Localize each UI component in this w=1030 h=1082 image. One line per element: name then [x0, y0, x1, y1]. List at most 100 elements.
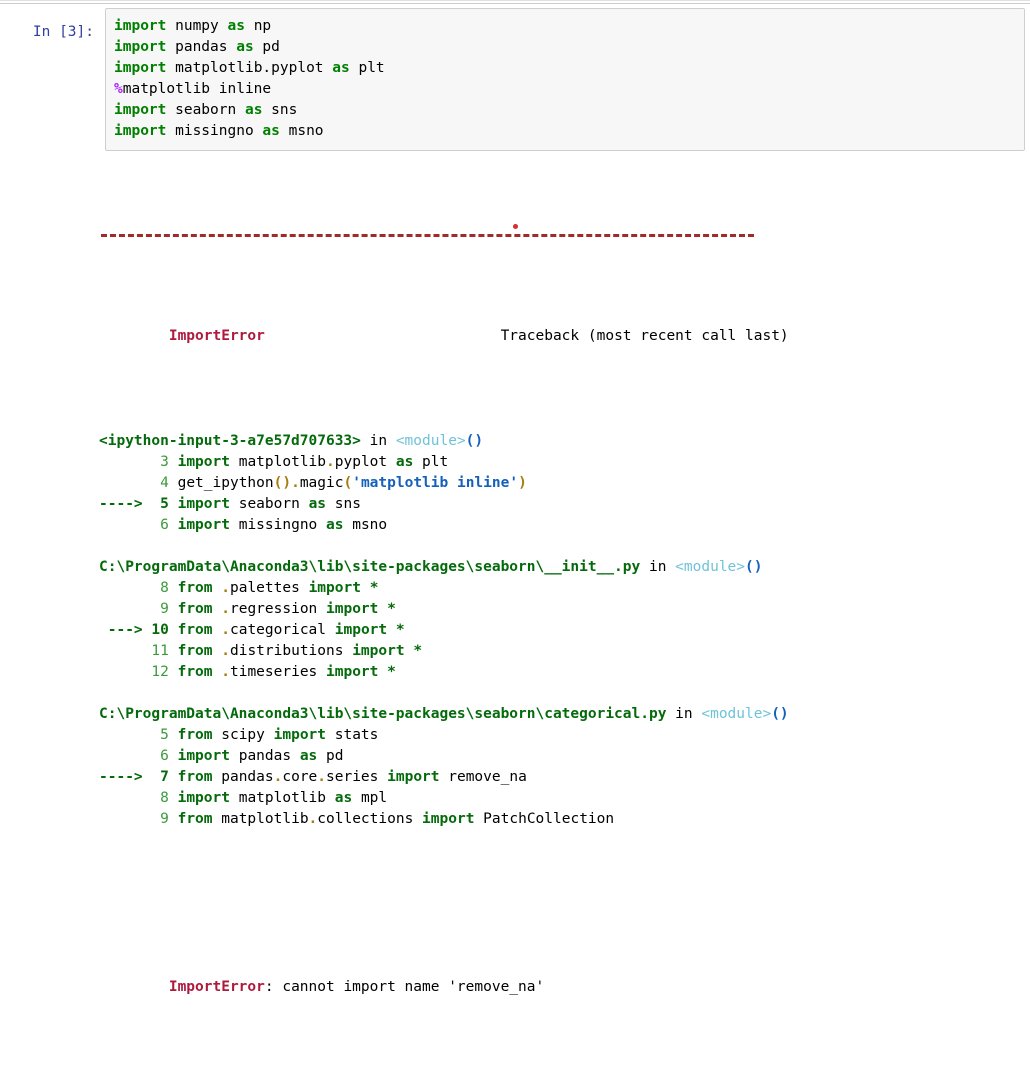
traceback-token: msno: [343, 517, 388, 533]
traceback-line-number: 8: [142, 580, 169, 596]
traceback-token: ): [518, 475, 527, 491]
frame-scope-parens: (): [771, 706, 789, 722]
output-row: ImportError Traceback (most recent call …: [0, 157, 1030, 1082]
traceback-arrow-marker: [99, 748, 143, 764]
traceback-token: import: [334, 622, 388, 638]
traceback-token: as: [326, 517, 344, 533]
traceback-source-line: 8 import matplotlib as mpl: [99, 788, 1030, 809]
dashed-rule: [101, 234, 754, 237]
traceback-token: .: [273, 769, 283, 785]
frame-location-line: C:\ProgramData\Anaconda3\lib\site-packag…: [99, 557, 1030, 578]
code-line: import matplotlib.pyplot as plt: [114, 58, 1016, 79]
traceback-token: [361, 580, 370, 596]
traceback-token: from: [177, 664, 213, 680]
traceback-line-number: 10: [142, 622, 169, 638]
traceback-token: categorical: [229, 622, 335, 638]
traceback-token: (: [343, 475, 353, 491]
frame-scope-parens: (): [465, 433, 484, 449]
traceback-token: pandas: [212, 769, 274, 785]
traceback-token: import: [326, 601, 379, 617]
traceback-header: Traceback (most recent call last): [500, 328, 789, 344]
traceback-token: missingno: [229, 517, 327, 533]
traceback-arrow-marker: [99, 601, 143, 617]
traceback-token: as: [395, 454, 414, 470]
traceback-arrow-marker: --->: [99, 622, 143, 638]
traceback-token: [387, 622, 396, 638]
traceback-arrow-marker: [99, 664, 143, 680]
code-editor[interactable]: import numpy as np import pandas as pd imp…: [105, 8, 1025, 151]
traceback-token: scipy: [212, 727, 274, 743]
traceback-token: distributions: [229, 643, 353, 659]
traceback-token: from: [177, 769, 213, 785]
traceback-arrow-marker: [99, 790, 143, 806]
traceback-arrow-marker: [99, 475, 143, 491]
code-line: import missingno as msno: [114, 121, 1016, 142]
traceback-line-number: 6: [142, 517, 169, 533]
traceback-line-number: 8: [142, 790, 169, 806]
frame-spacer: [99, 683, 1030, 704]
lineno-gap: [169, 643, 178, 659]
final-error-line: ImportError: cannot import name 'remove_…: [99, 956, 1030, 1019]
frame-in-keyword: in: [360, 433, 396, 449]
frame-spacer: [99, 536, 1030, 557]
traceback-source-line: 4 get_ipython().magic('matplotlib inline…: [99, 473, 1030, 494]
code-line: import numpy as np: [114, 16, 1016, 37]
input-cell-row: In [3]: import numpy as np import pandas …: [0, 8, 1030, 151]
traceback-token: collections: [317, 811, 423, 827]
code-token: import: [114, 123, 167, 139]
traceback-token: .: [221, 643, 230, 659]
traceback-token: PatchCollection: [474, 811, 615, 827]
frame-scope-name: <module>: [701, 706, 772, 722]
traceback-token: import: [422, 811, 475, 827]
traceback-token: [378, 664, 387, 680]
traceback-token: *: [387, 664, 396, 680]
input-prompt[interactable]: In [3]:: [0, 8, 105, 43]
code-block[interactable]: import numpy as np import pandas as pd imp…: [114, 16, 1016, 142]
traceback-arrow-marker: [99, 727, 143, 743]
traceback-token: .: [317, 769, 327, 785]
traceback-line-number: 12: [142, 664, 169, 680]
traceback-source-line: 11 from .distributions import *: [99, 641, 1030, 662]
traceback-token: plt: [413, 454, 449, 470]
traceback-token: import: [352, 643, 405, 659]
traceback-arrow-marker: [99, 517, 143, 533]
code-token: as: [332, 60, 350, 76]
code-token: plt: [349, 60, 385, 76]
code-token: matplotlib.pyplot: [166, 60, 333, 76]
frame-file-path: C:\ProgramData\Anaconda3\lib\site-packag…: [99, 559, 641, 575]
code-token: msno: [279, 123, 324, 139]
frame-file-path: C:\ProgramData\Anaconda3\lib\site-packag…: [99, 706, 667, 722]
traceback-token: pandas: [229, 748, 300, 764]
traceback-arrow-marker: [99, 454, 143, 470]
traceback-token: .: [221, 601, 230, 617]
lineno-gap: [169, 517, 178, 533]
traceback-token: [378, 601, 387, 617]
traceback-token: import: [273, 727, 327, 743]
traceback-token: matplotlib: [229, 454, 327, 470]
frame-location-line: C:\ProgramData\Anaconda3\lib\site-packag…: [99, 704, 1030, 725]
lineno-gap: [169, 454, 178, 470]
traceback-source-line: 9 from .regression import *: [99, 599, 1030, 620]
frame-scope-parens: (): [745, 559, 763, 575]
traceback-token: matplotlib: [229, 790, 335, 806]
traceback-token: import: [387, 769, 440, 785]
traceback-token: from: [177, 580, 213, 596]
traceback-line-number: 11: [142, 643, 169, 659]
code-token: import: [114, 60, 167, 76]
code-line: import seaborn as sns: [114, 100, 1016, 121]
lineno-gap: [169, 790, 178, 806]
traceback-line-number: 5: [142, 496, 169, 512]
traceback-arrow-marker: [99, 580, 143, 596]
code-token: as: [262, 123, 280, 139]
traceback-arrow-marker: ---->: [99, 769, 143, 785]
traceback-source-line: 8 from .palettes import *: [99, 578, 1030, 599]
frame-location-line: <ipython-input-3-a7e57d707633> in <modul…: [99, 431, 1030, 452]
ansi-reset-dot-icon: [513, 224, 518, 229]
traceback-token: from: [177, 643, 213, 659]
code-token: import: [114, 102, 167, 118]
traceback-source-line: ----> 7 from pandas.core.series import r…: [99, 767, 1030, 788]
traceback-token: from: [177, 727, 213, 743]
frame-in-keyword: in: [640, 559, 676, 575]
code-token: as: [236, 39, 254, 55]
lineno-gap: [169, 664, 178, 680]
